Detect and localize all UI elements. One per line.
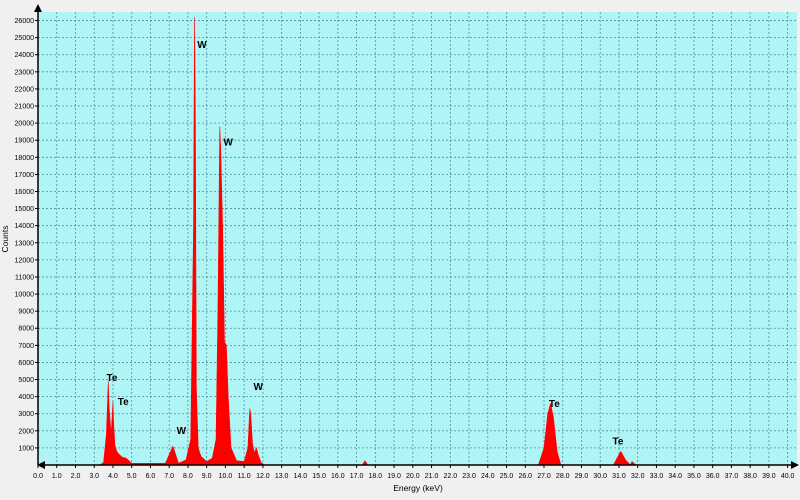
x-tick-label: 20.0 [406, 473, 420, 480]
y-tick-label: 7000 [18, 343, 34, 350]
peak-annotation: Te [107, 373, 118, 384]
y-tick-label: 20000 [15, 121, 35, 128]
x-tick-label: 36.0 [706, 473, 720, 480]
y-tick-label: 5000 [18, 377, 34, 384]
y-tick-label: 12000 [15, 257, 35, 264]
x-tick-label: 2.0 [71, 473, 81, 480]
x-tick-label: 33.0 [650, 473, 664, 480]
x-tick-label: 13.0 [275, 473, 289, 480]
x-tick-label: 3.0 [89, 473, 99, 480]
y-tick-label: 9000 [18, 309, 34, 316]
x-tick-label: 28.0 [556, 473, 570, 480]
x-tick-label: 11.0 [238, 473, 251, 480]
chart-svg: Energy (keV) Counts 0.0 1.0 2.0 3.0 4.0 5.0 6.… [0, 4, 799, 493]
peak-annotation: Te [118, 397, 129, 408]
x-tick-label: 10.0 [219, 473, 233, 480]
eds-spectrum-chart: Energy (keV) Counts 0.0 1.0 2.0 3.0 4.0 5.0 6.… [0, 0, 800, 495]
y-tick-label: 24000 [15, 52, 35, 59]
y-axis-arrow-icon [34, 4, 42, 12]
x-tick-label: 4.0 [108, 473, 118, 480]
x-tick-label: 0.0 [33, 473, 43, 480]
peak-annotation: Te [613, 436, 624, 447]
y-tick-label: 25000 [15, 35, 35, 42]
x-tick-label: 37.0 [725, 473, 739, 480]
x-tick-label: 12.0 [256, 473, 270, 480]
y-tick-label: 10000 [15, 292, 35, 299]
x-tick-label: 25.0 [500, 473, 514, 480]
y-tick-label: 15000 [15, 206, 35, 213]
x-tick-label: 22.0 [443, 473, 457, 480]
y-tick-label: 18000 [15, 155, 35, 162]
x-tick-label: 21.0 [425, 473, 439, 480]
peak-annotation: W [177, 426, 187, 437]
x-tick-label: 14.0 [294, 473, 308, 480]
x-tick-label: 7.0 [164, 473, 174, 480]
peak-annotation: Te [549, 399, 560, 410]
x-tick-label: 32.0 [631, 473, 645, 480]
x-tick-label: 9.0 [202, 473, 212, 480]
x-tick-label: 31.0 [612, 473, 626, 480]
y-tick-label: 4000 [18, 394, 34, 401]
peak-annotation: W [223, 137, 233, 148]
y-tick-label: 8000 [18, 326, 34, 333]
x-axis-title: Energy (keV) [393, 483, 443, 493]
y-tick-label: 3000 [18, 411, 34, 418]
y-axis-title: Counts [0, 226, 10, 253]
x-tick-label: 38.0 [743, 473, 757, 480]
y-tick-label: 26000 [15, 18, 35, 25]
y-tick-label: 13000 [15, 240, 35, 247]
y-tick-label: 21000 [15, 104, 35, 111]
y-tick-label: 16000 [15, 189, 35, 196]
x-tick-label: 40.0 [781, 473, 795, 480]
y-tick-label: 23000 [15, 69, 35, 76]
x-tick-label: 34.0 [668, 473, 682, 480]
x-tick-label: 16.0 [331, 473, 345, 480]
x-tick-label: 17.0 [350, 473, 364, 480]
y-tick-label: 14000 [15, 223, 35, 230]
x-tick-label: 23.0 [462, 473, 476, 480]
y-tick-label: 11000 [15, 274, 34, 281]
x-tick-label: 15.0 [312, 473, 326, 480]
x-tick-label: 30.0 [593, 473, 607, 480]
x-tick-label: 24.0 [481, 473, 495, 480]
x-tick-label: 19.0 [387, 473, 401, 480]
x-tick-label: 8.0 [183, 473, 193, 480]
y-tick-label: 1000 [18, 445, 34, 452]
y-tick-label: 19000 [15, 138, 35, 145]
x-tick-label: 39.0 [762, 473, 776, 480]
x-tick-label: 1.0 [52, 473, 62, 480]
x-tick-label: 27.0 [537, 473, 551, 480]
x-tick-label: 35.0 [687, 473, 701, 480]
plot-area [38, 12, 797, 465]
x-tick-label: 5.0 [127, 473, 137, 480]
y-tick-label: 17000 [15, 172, 35, 179]
x-tick-label: 26.0 [518, 473, 532, 480]
y-tick-label: 6000 [18, 360, 34, 367]
y-tick-label: 22000 [15, 86, 35, 93]
y-tick-label: 2000 [18, 428, 34, 435]
x-tick-label: 6.0 [146, 473, 156, 480]
peak-annotation: W [197, 40, 207, 51]
x-tick-label: 18.0 [369, 473, 383, 480]
x-tick-label: 29.0 [575, 473, 589, 480]
peak-annotation: W [253, 382, 263, 393]
